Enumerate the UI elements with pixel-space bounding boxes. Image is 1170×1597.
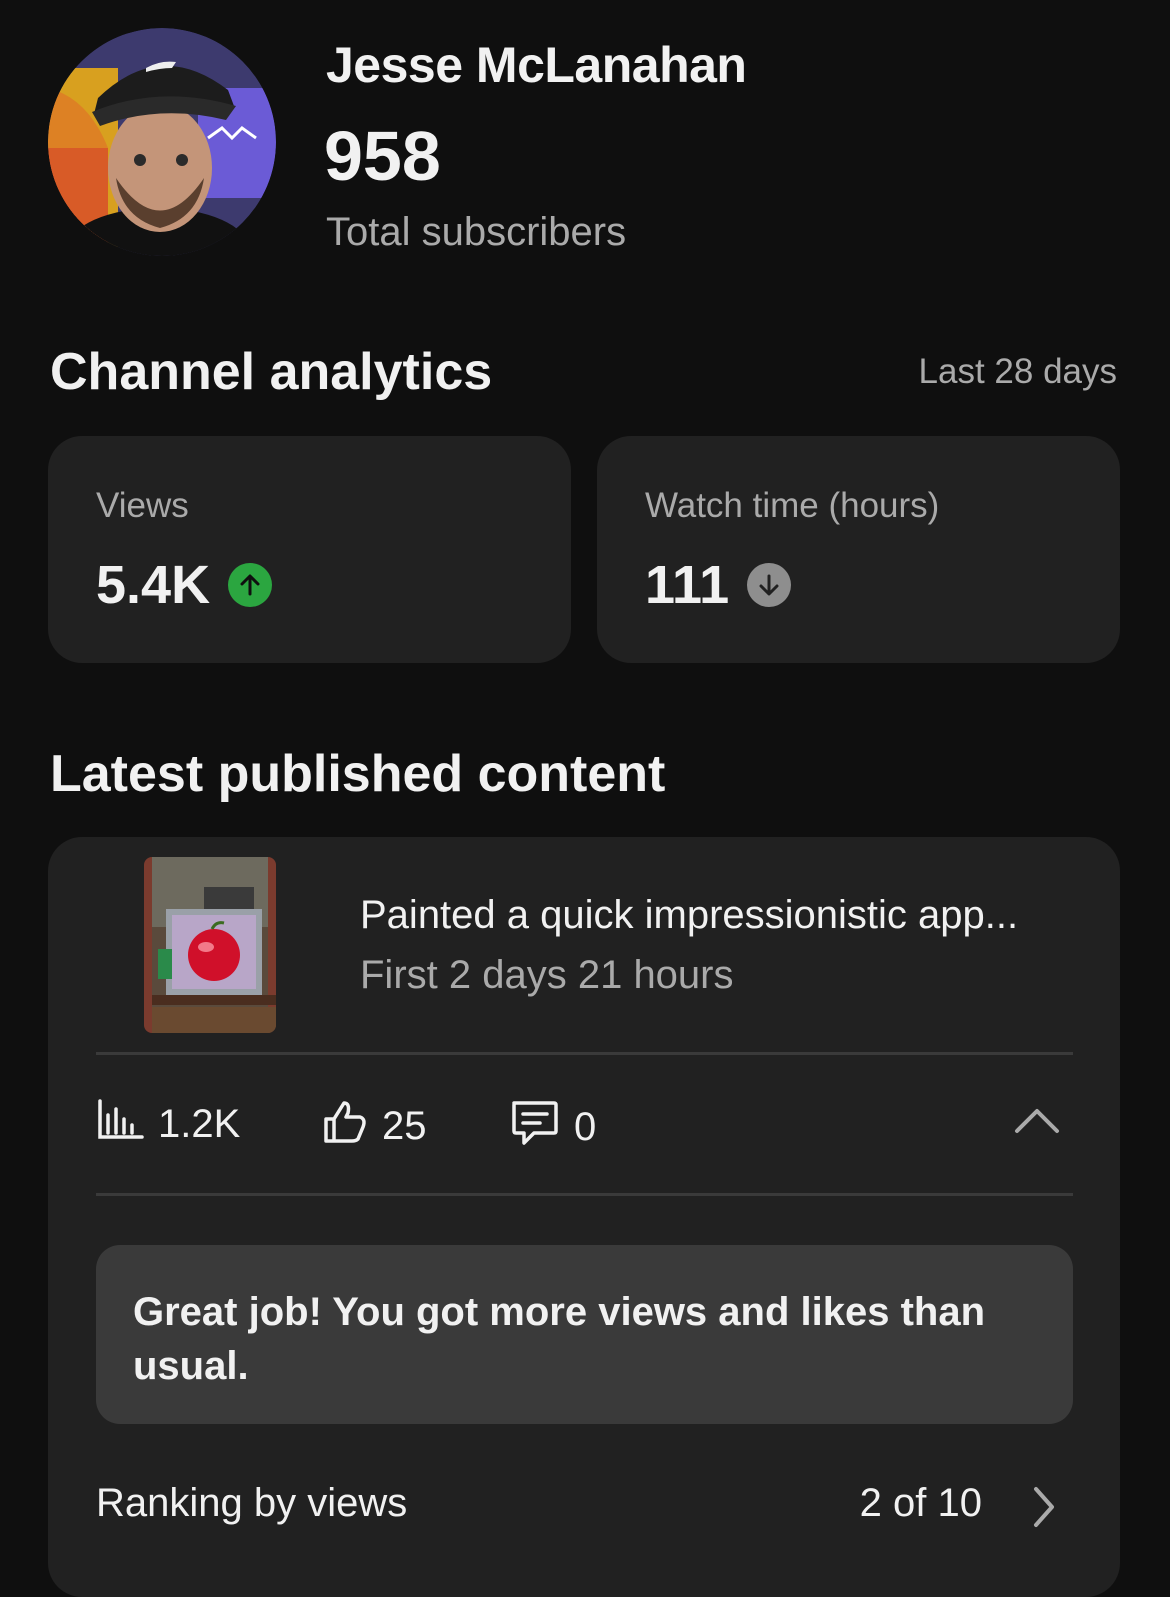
metric-card-views[interactable]: Views 5.4K — [48, 436, 571, 663]
metric-value: 111 — [645, 555, 730, 615]
avatar-image — [48, 28, 276, 256]
video-title[interactable]: Painted a quick impressionistic app... — [360, 893, 1018, 938]
insight-text: Great job! You got more views and likes … — [133, 1290, 986, 1388]
latest-content-card: Painted a quick impressionistic app... F… — [48, 837, 1120, 1597]
views-count: 1.2K — [158, 1101, 241, 1146]
likes-count: 25 — [382, 1103, 427, 1148]
arrow-up-icon — [228, 563, 273, 607]
video-thumbnail-image — [144, 857, 276, 1033]
arrow-down-icon — [747, 563, 792, 607]
comments-count: 0 — [574, 1104, 597, 1149]
bar-chart-icon — [96, 1097, 144, 1151]
chevron-up-icon[interactable] — [1013, 1105, 1061, 1140]
avatar[interactable] — [48, 28, 276, 256]
ranking-label[interactable]: Ranking by views — [96, 1481, 407, 1526]
metric-card-watch-time[interactable]: Watch time (hours) 111 — [597, 436, 1120, 663]
metric-label: Watch time (hours) — [645, 486, 940, 525]
likes-stat: 25 — [320, 1097, 427, 1155]
metric-label: Views — [96, 486, 189, 525]
divider — [96, 1193, 1073, 1196]
section-title-latest-content: Latest published content — [50, 745, 666, 803]
section-title-channel-analytics: Channel analytics — [50, 343, 493, 401]
ranking-value[interactable]: 2 of 10 — [860, 1481, 982, 1526]
channel-name: Jesse McLanahan — [326, 37, 747, 93]
chevron-right-icon[interactable] — [1030, 1485, 1058, 1534]
subscriber-label: Total subscribers — [326, 210, 627, 254]
comments-stat: 0 — [508, 1097, 596, 1157]
thumbs-up-icon — [320, 1097, 368, 1155]
video-thumbnail[interactable] — [144, 857, 276, 1033]
metric-value: 5.4K — [96, 555, 211, 615]
video-stats-row: 1.2K 25 0 — [96, 1097, 1073, 1157]
video-period: First 2 days 21 hours — [360, 953, 734, 997]
views-stat: 1.2K — [96, 1097, 240, 1151]
insight-banner: Great job! You got more views and likes … — [96, 1245, 1073, 1424]
divider — [96, 1052, 1073, 1055]
subscriber-count: 958 — [324, 117, 441, 195]
comment-icon — [508, 1097, 560, 1157]
date-range-label[interactable]: Last 28 days — [919, 352, 1117, 392]
